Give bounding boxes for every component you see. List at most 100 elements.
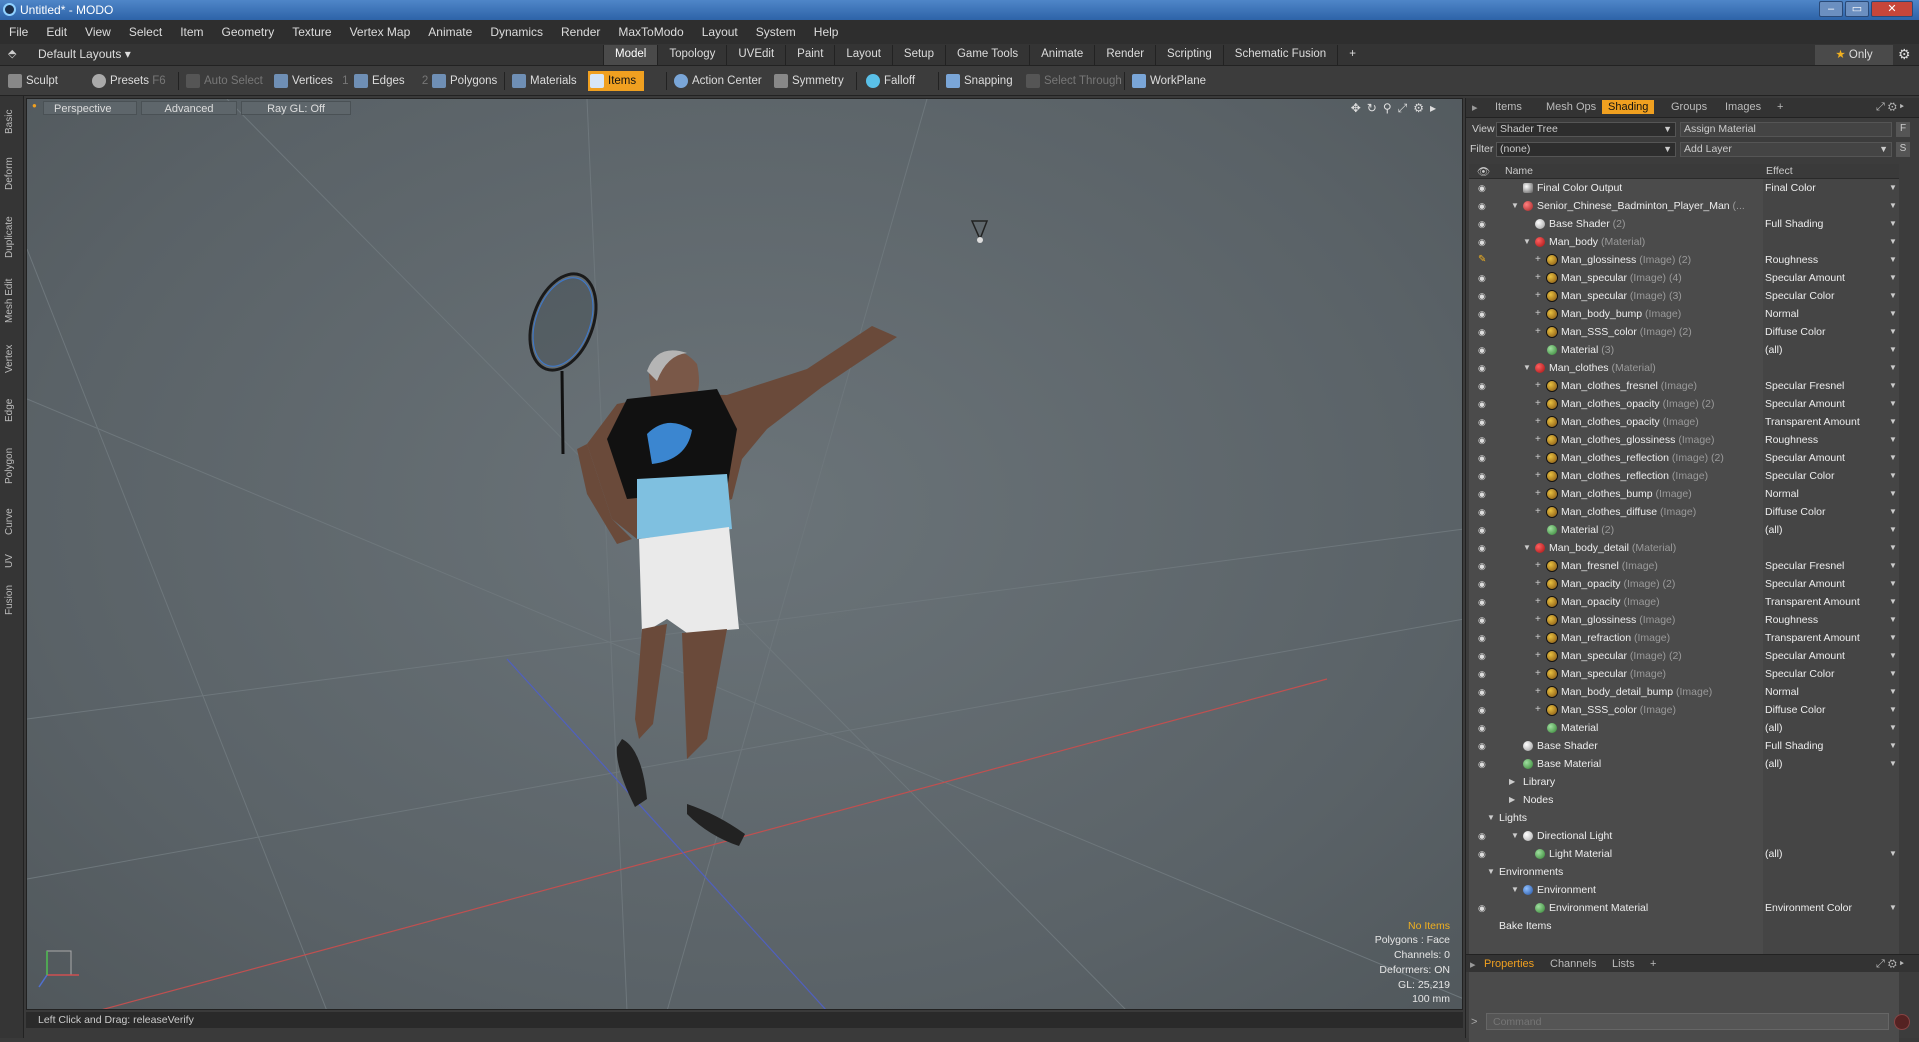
- chevron-down-icon[interactable]: ▼: [1889, 683, 1897, 701]
- tree-row[interactable]: ◉ Base Shader Full Shading ▼: [1469, 737, 1899, 755]
- tree-item-effect[interactable]: Specular Color: [1765, 287, 1834, 305]
- tab-groups[interactable]: Groups: [1671, 101, 1707, 113]
- tree-row[interactable]: ◉ + Man_refraction (Image) Transparent Amou…: [1469, 629, 1899, 647]
- expand-triangle-icon[interactable]: ▼: [1487, 863, 1495, 881]
- tree-row[interactable]: ◉ Base Material (all) ▼: [1469, 755, 1899, 773]
- presets-button[interactable]: Presets F6: [90, 71, 166, 91]
- tab-items[interactable]: Items: [1495, 101, 1522, 113]
- tree-item-effect[interactable]: Normal: [1765, 305, 1799, 323]
- command-input[interactable]: [1486, 1013, 1889, 1030]
- sculpt-button[interactable]: Sculpt: [6, 71, 58, 91]
- advanced-dropdown[interactable]: Advanced: [141, 101, 237, 115]
- menu-texture[interactable]: Texture: [283, 25, 340, 39]
- eye-icon[interactable]: ◉: [1478, 269, 1486, 287]
- tab-game-tools[interactable]: Game Tools: [944, 45, 1029, 65]
- polygons-button[interactable]: Polygons: [430, 71, 497, 91]
- command-history-button[interactable]: [1894, 1014, 1910, 1030]
- chevron-down-icon[interactable]: ▼: [1889, 287, 1897, 305]
- chevron-down-icon[interactable]: ▼: [1889, 485, 1897, 503]
- tab-mesh-ops[interactable]: Mesh Ops: [1546, 101, 1596, 113]
- panel-options-icons[interactable]: ⤢ ⚙ ▸: [1876, 101, 1904, 114]
- properties-options-icons[interactable]: ⤢ ⚙ ▸: [1876, 958, 1904, 971]
- tree-item-effect[interactable]: (all): [1765, 341, 1783, 359]
- menu-vertex-map[interactable]: Vertex Map: [341, 25, 420, 39]
- eye-icon[interactable]: ◉: [1478, 323, 1486, 341]
- plus-icon[interactable]: +: [1535, 449, 1541, 467]
- chevron-down-icon[interactable]: ▼: [1889, 719, 1897, 737]
- menu-help[interactable]: Help: [805, 25, 848, 39]
- tab-schematic-fusion[interactable]: Schematic Fusion: [1222, 45, 1337, 65]
- menu-item[interactable]: Item: [171, 25, 212, 39]
- tree-row[interactable]: ◉ Environment Material Environment Color ▼: [1469, 899, 1899, 917]
- tree-row[interactable]: ◉ + Man_clothes_reflection (Image) (2) Spec…: [1469, 449, 1899, 467]
- side-tab-curve[interactable]: Curve: [4, 500, 20, 544]
- close-button[interactable]: ✕: [1871, 1, 1913, 17]
- expand-triangle-icon[interactable]: ▼: [1487, 809, 1495, 827]
- auto-select-button[interactable]: Auto Select: [184, 71, 263, 91]
- f-button[interactable]: F: [1896, 122, 1910, 137]
- chevron-down-icon[interactable]: ▼: [1889, 449, 1897, 467]
- workplane-button[interactable]: WorkPlane: [1130, 71, 1206, 91]
- tree-item-effect[interactable]: Specular Amount: [1765, 449, 1845, 467]
- tree-row[interactable]: ◉ Material (3) (all) ▼: [1469, 341, 1899, 359]
- chevron-down-icon[interactable]: ▼: [1889, 899, 1897, 917]
- chevron-down-icon[interactable]: ▼: [1889, 539, 1897, 557]
- tree-item-effect[interactable]: (all): [1765, 755, 1783, 773]
- eye-icon[interactable]: ◉: [1478, 899, 1486, 917]
- plus-icon[interactable]: +: [1535, 593, 1541, 611]
- tab-add[interactable]: +: [1777, 101, 1783, 113]
- eye-icon[interactable]: ◉: [1478, 449, 1486, 467]
- eye-icon[interactable]: ◉: [1478, 287, 1486, 305]
- chevron-down-icon[interactable]: ▼: [1889, 395, 1897, 413]
- tree-item-effect[interactable]: Specular Amount: [1765, 647, 1845, 665]
- chevron-down-icon[interactable]: ▼: [1889, 197, 1897, 215]
- chevron-down-icon[interactable]: ▼: [1889, 233, 1897, 251]
- expand-triangle-icon[interactable]: ▼: [1523, 539, 1531, 557]
- chevron-down-icon[interactable]: ▼: [1889, 557, 1897, 575]
- eye-icon[interactable]: ◉: [1478, 737, 1486, 755]
- plus-icon[interactable]: +: [1535, 665, 1541, 683]
- tab-channels[interactable]: Channels: [1550, 958, 1596, 970]
- chevron-down-icon[interactable]: ▼: [1889, 431, 1897, 449]
- eye-icon[interactable]: ◉: [1478, 305, 1486, 323]
- side-tab-polygon[interactable]: Polygon: [4, 436, 20, 496]
- eye-icon[interactable]: ◉: [1478, 827, 1486, 845]
- chevron-down-icon[interactable]: ▼: [1889, 179, 1897, 197]
- menu-geometry[interactable]: Geometry: [213, 25, 284, 39]
- perspective-dropdown[interactable]: Perspective: [43, 101, 137, 115]
- select-through-button[interactable]: Select Through: [1024, 71, 1122, 91]
- assign-material-button[interactable]: Assign Material: [1680, 122, 1892, 137]
- chevron-down-icon[interactable]: ▼: [1889, 629, 1897, 647]
- chevron-down-icon[interactable]: ▼: [1889, 611, 1897, 629]
- chevron-down-icon[interactable]: ▼: [1889, 665, 1897, 683]
- eye-icon[interactable]: ◉: [1478, 647, 1486, 665]
- tree-item-effect[interactable]: Specular Color: [1765, 665, 1834, 683]
- chevron-down-icon[interactable]: ▼: [1889, 377, 1897, 395]
- panel-collapse-icon[interactable]: ▸: [1472, 101, 1478, 114]
- filter-dropdown[interactable]: (none) ▼: [1496, 142, 1676, 157]
- chevron-down-icon[interactable]: ▼: [1889, 575, 1897, 593]
- plus-icon[interactable]: +: [1535, 485, 1541, 503]
- eye-icon[interactable]: ◉: [1478, 575, 1486, 593]
- tree-item-effect[interactable]: Specular Color: [1765, 467, 1834, 485]
- chevron-down-icon[interactable]: ▼: [1889, 647, 1897, 665]
- tree-item-effect[interactable]: Diffuse Color: [1765, 323, 1826, 341]
- tab-add[interactable]: +: [1337, 45, 1367, 65]
- tree-row[interactable]: ▶ Nodes: [1469, 791, 1899, 809]
- chevron-down-icon[interactable]: ▼: [1889, 467, 1897, 485]
- eye-icon[interactable]: ◉: [1478, 755, 1486, 773]
- viewport-nav-icons[interactable]: ✥↻⚲⤢⚙▸: [1351, 101, 1442, 116]
- chevron-down-icon[interactable]: ▼: [1889, 845, 1897, 863]
- chevron-down-icon[interactable]: ▼: [1889, 701, 1897, 719]
- tab-scripting[interactable]: Scripting: [1155, 45, 1223, 65]
- tree-row[interactable]: ◉ + Man_opacity (Image) Transparent Amount ▼: [1469, 593, 1899, 611]
- plus-icon[interactable]: +: [1535, 377, 1541, 395]
- plus-icon[interactable]: +: [1535, 467, 1541, 485]
- plus-icon[interactable]: +: [1535, 683, 1541, 701]
- eye-icon[interactable]: ◉: [1478, 683, 1486, 701]
- tree-row[interactable]: ◉ + Man_clothes_glossiness (Image) Roughnes…: [1469, 431, 1899, 449]
- eye-icon[interactable]: ◉: [1478, 845, 1486, 863]
- eye-icon[interactable]: ◉: [1478, 395, 1486, 413]
- menu-layout[interactable]: Layout: [693, 25, 747, 39]
- gear-icon[interactable]: ⚙: [1898, 46, 1911, 63]
